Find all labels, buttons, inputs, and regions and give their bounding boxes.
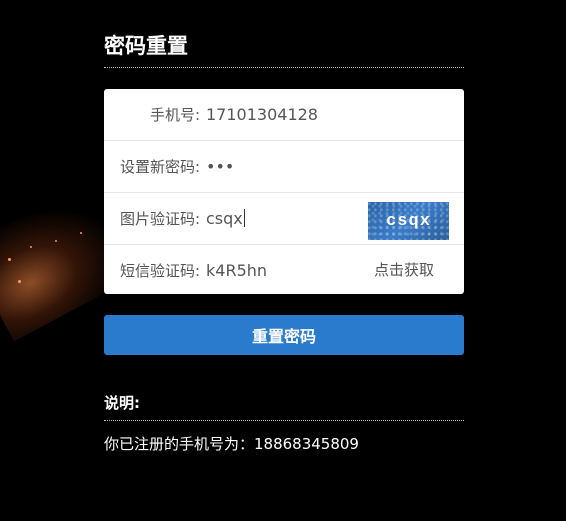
- sms-code-row: 短信验证码: k4R5hn 点击获取: [104, 245, 464, 294]
- sparkle-dot: [80, 232, 82, 234]
- sparkle-dot: [55, 240, 57, 242]
- notes-text: 你已注册的手机号为：18868345809: [104, 435, 359, 453]
- phone-field[interactable]: 17101304128: [206, 105, 464, 124]
- sms-code-label: 短信验证码:: [119, 262, 200, 280]
- image-captcha-value: csqx: [206, 209, 243, 228]
- text-caret: [243, 209, 245, 227]
- image-captcha-label: 图片验证码:: [119, 210, 200, 228]
- captcha-image[interactable]: csqx: [368, 202, 449, 240]
- new-password-label: 设置新密码:: [119, 158, 200, 176]
- notes-title: 说明:: [104, 394, 140, 412]
- phone-row: 手机号: 17101304128: [104, 89, 464, 141]
- sparkle-dot: [18, 280, 21, 283]
- reset-password-button[interactable]: 重置密码: [104, 315, 464, 355]
- notes-divider: [104, 420, 464, 421]
- image-captcha-row: 图片验证码: csqx csqx: [104, 193, 464, 245]
- new-password-field[interactable]: •••: [206, 157, 464, 176]
- sparkle-dot: [8, 258, 11, 261]
- reset-form: 手机号: 17101304128 设置新密码: ••• 图片验证码: csqx …: [104, 89, 464, 294]
- phone-label: 手机号:: [149, 106, 200, 124]
- new-password-row: 设置新密码: •••: [104, 141, 464, 193]
- get-sms-code-button[interactable]: 点击获取: [374, 245, 434, 294]
- title-divider: [104, 67, 464, 68]
- sparkle-dot: [30, 246, 32, 248]
- page-title: 密码重置: [104, 34, 188, 58]
